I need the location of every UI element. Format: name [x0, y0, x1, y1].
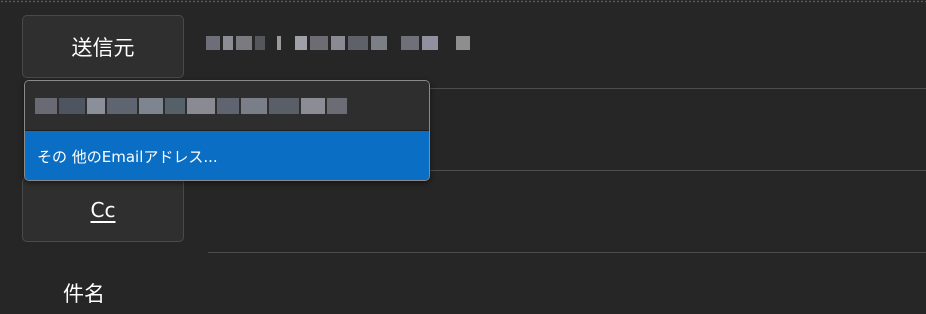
cc-button[interactable]: Cc [22, 177, 184, 242]
window-top-border [0, 0, 926, 3]
cc-field-top-divider [430, 170, 926, 171]
sender-address-redacted [206, 36, 470, 50]
dropdown-account-option-redacted[interactable] [25, 81, 429, 130]
from-account-dropdown: その 他のEmailアドレス... [24, 80, 430, 181]
cc-field-divider [208, 252, 926, 253]
to-field-divider [430, 88, 926, 89]
other-email-address-option[interactable]: その 他のEmailアドレス... [25, 130, 429, 180]
cc-label: Cc [90, 197, 116, 222]
subject-label: 件名 [63, 282, 105, 306]
from-label: 送信元 [71, 35, 135, 60]
other-email-address-label: その 他のEmailアドレス... [37, 147, 218, 166]
from-button[interactable]: 送信元 [22, 15, 184, 78]
